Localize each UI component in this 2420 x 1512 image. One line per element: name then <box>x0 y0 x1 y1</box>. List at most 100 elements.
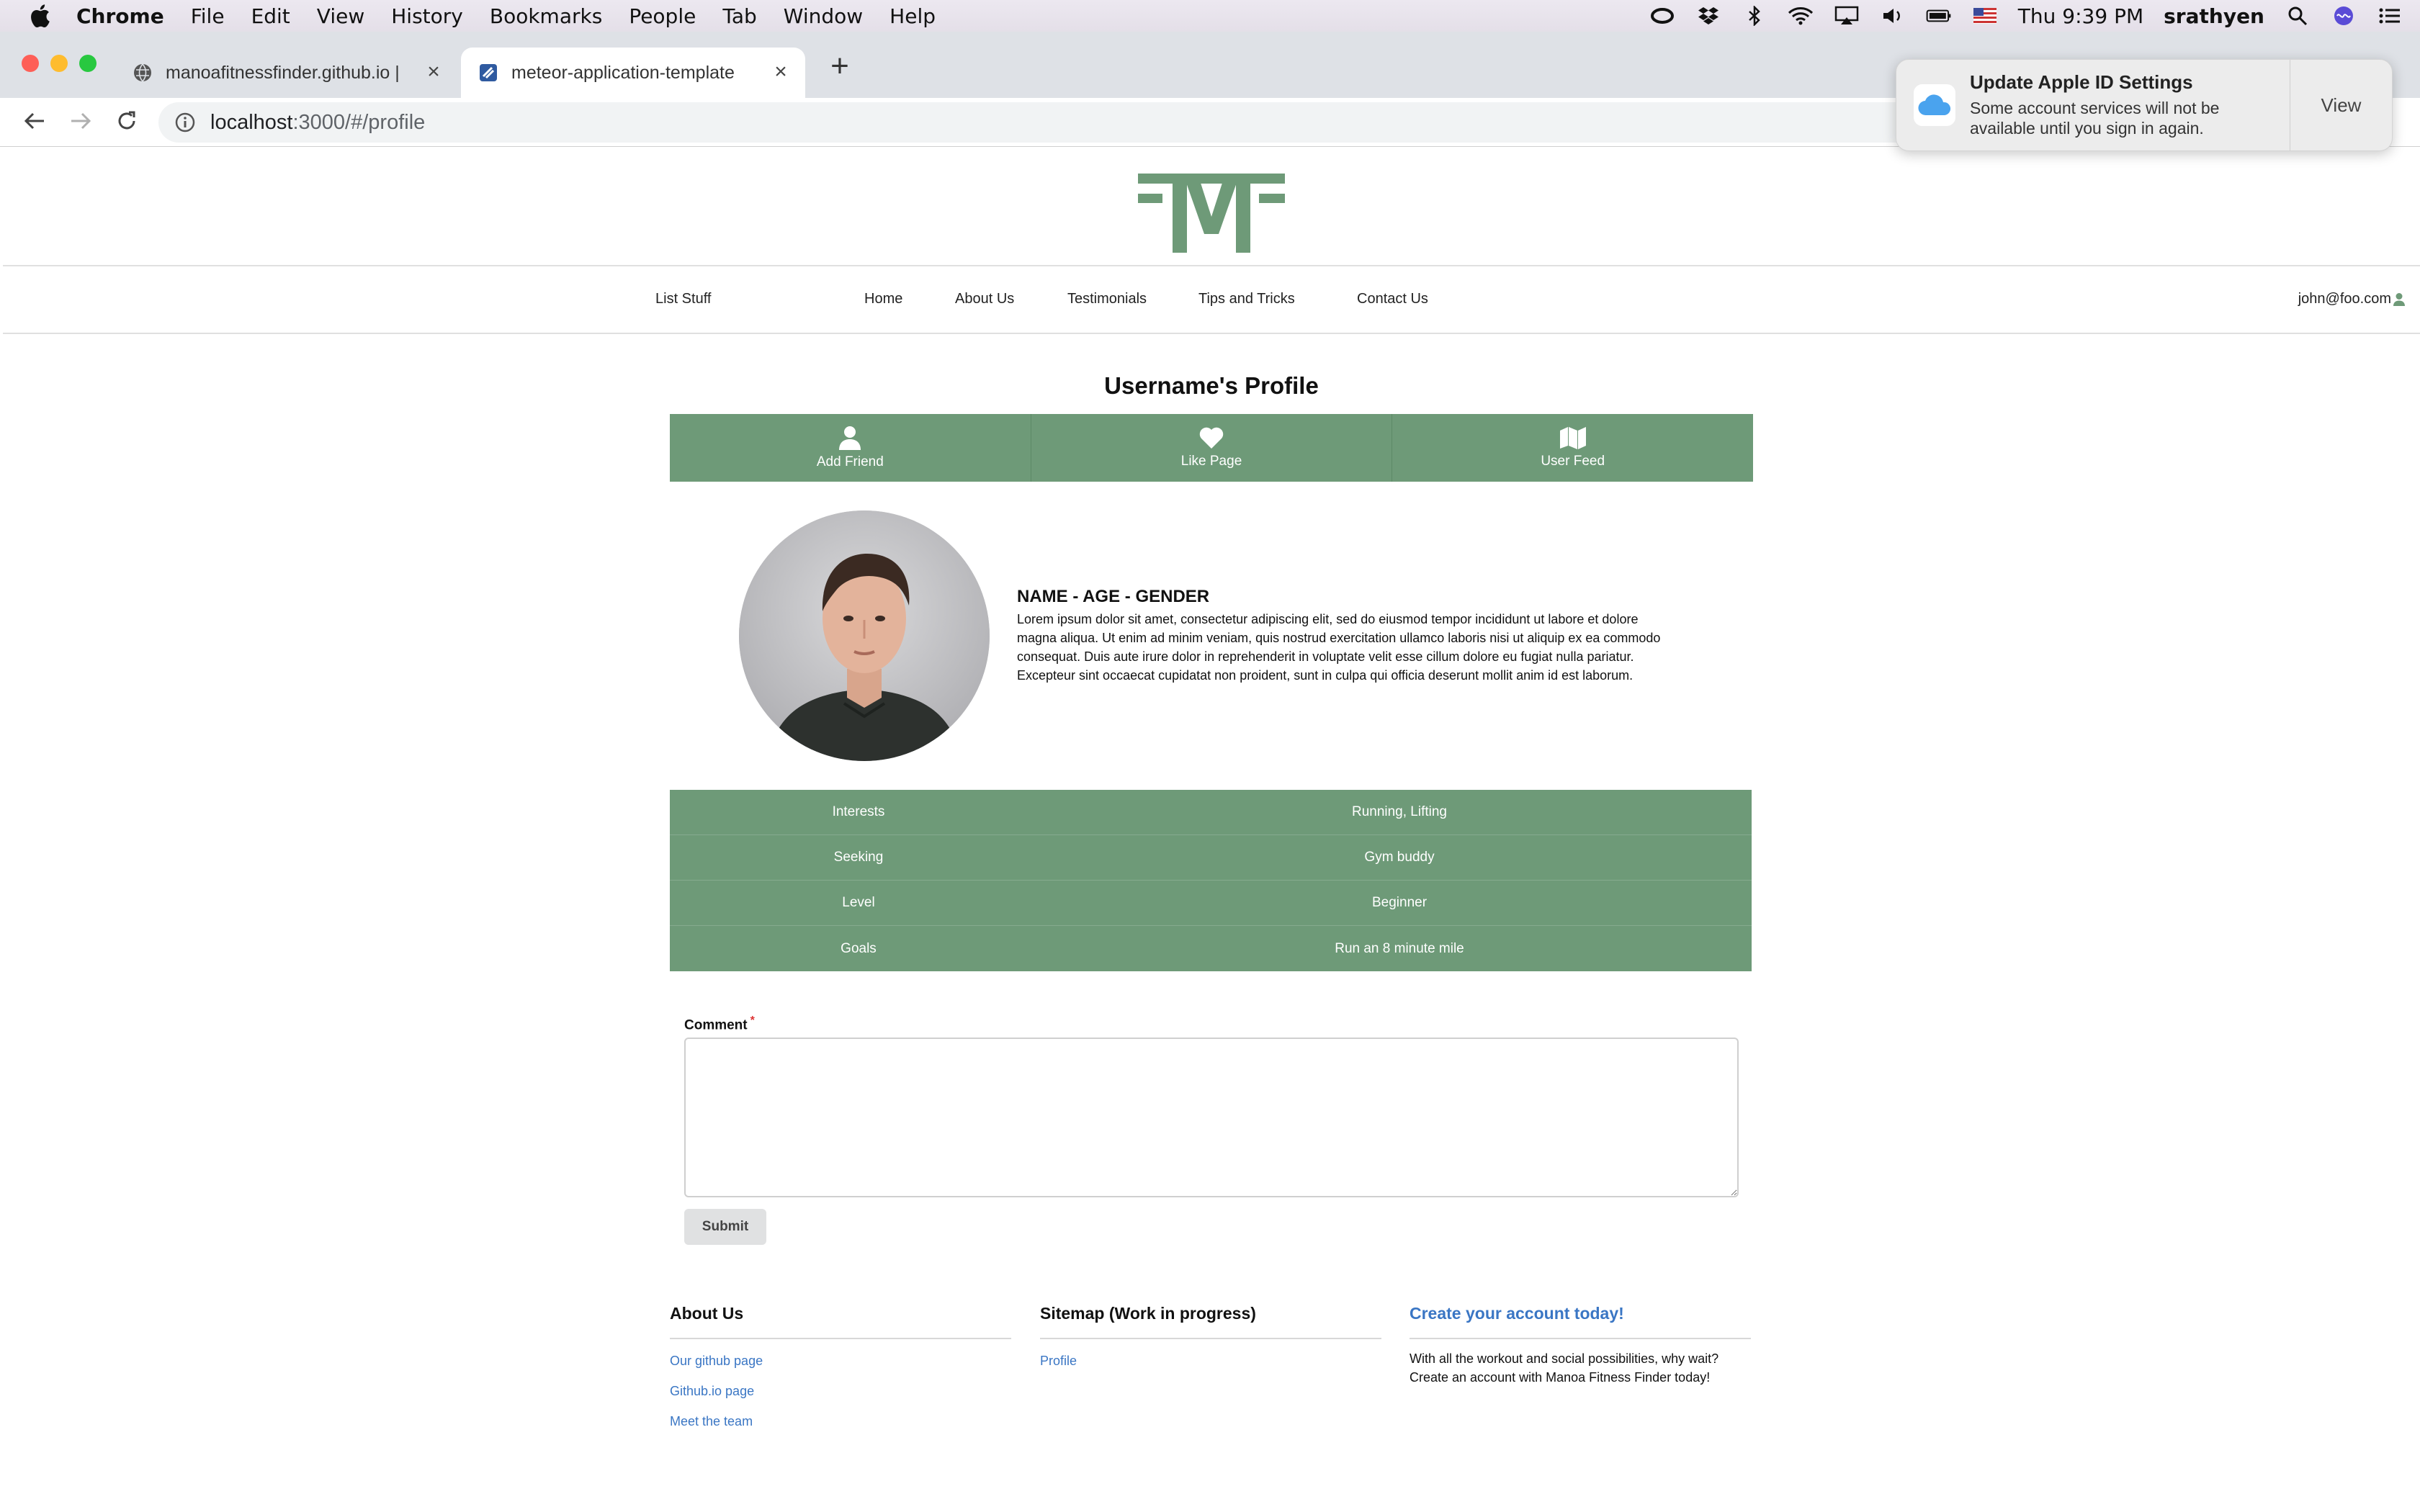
required-asterisk: * <box>750 1014 755 1027</box>
web-page: List Stuff Home About Us Testimonials Ti… <box>3 148 2420 1512</box>
dropbox-icon[interactable] <box>1695 6 1721 26</box>
comment-textarea[interactable] <box>684 1038 1739 1197</box>
creative-cloud-icon[interactable] <box>1649 6 1675 26</box>
bluetooth-icon[interactable] <box>1742 6 1767 26</box>
menu-edit[interactable]: Edit <box>251 4 290 28</box>
notification-view-button[interactable]: View <box>2290 60 2392 150</box>
notification-body-line1: Some account services will not be <box>1970 99 2220 117</box>
nav-contact-us[interactable]: Contact Us <box>1357 291 1428 307</box>
profile-avatar <box>739 510 990 761</box>
menu-tab[interactable]: Tab <box>722 4 756 28</box>
window-zoom-button[interactable] <box>79 55 97 72</box>
nav-user-menu[interactable]: john@foo.com <box>2298 291 2406 307</box>
airplay-icon[interactable] <box>1834 6 1860 26</box>
site-info-icon[interactable] <box>174 112 196 133</box>
address-url[interactable]: localhost:3000/#/profile <box>210 111 425 135</box>
menu-app-name[interactable]: Chrome <box>76 4 164 28</box>
window-close-button[interactable] <box>22 55 39 72</box>
detail-key: Goals <box>841 940 877 956</box>
menu-bookmarks[interactable]: Bookmarks <box>490 4 602 28</box>
nav-user-email: john@foo.com <box>2298 291 2391 307</box>
menubar-username[interactable]: srathyen <box>2164 4 2264 28</box>
reload-icon[interactable] <box>111 105 143 137</box>
user-feed-button[interactable]: User Feed <box>1392 414 1753 482</box>
table-row: Interests Running, Lifting <box>670 790 1752 835</box>
notification-body: Some account services will not be availab… <box>1970 98 2290 138</box>
detail-value: Gym buddy <box>1364 850 1435 865</box>
tab-close-icon[interactable]: × <box>771 61 791 83</box>
footer-link-meet-team[interactable]: Meet the team <box>670 1414 1011 1429</box>
footer-link-profile[interactable]: Profile <box>1040 1354 1381 1369</box>
footer-sitemap-column: Sitemap (Work in progress) Profile <box>1040 1304 1381 1384</box>
apple-id-notification[interactable]: Update Apple ID Settings Some account se… <box>1896 59 2393 151</box>
menu-file[interactable]: File <box>191 4 225 28</box>
meteor-favicon-icon <box>480 64 497 81</box>
menubar-clock[interactable]: Thu 9:39 PM <box>2018 4 2143 28</box>
footer-about-column: About Us Our github page Github.io page … <box>670 1304 1011 1444</box>
browser-tab-manoafitnessfinder[interactable]: manoafitnessfinder.github.io | × <box>115 48 458 98</box>
forward-arrow-icon[interactable] <box>65 105 97 137</box>
mfm-logo[interactable] <box>1138 174 1285 253</box>
like-page-button[interactable]: Like Page <box>1031 414 1393 482</box>
menu-view[interactable]: View <box>317 4 364 28</box>
user-icon <box>839 426 861 450</box>
address-bar[interactable]: localhost:3000/#/profile <box>158 102 2002 143</box>
menu-help[interactable]: Help <box>889 4 936 28</box>
menubar-status-area: Thu 9:39 PM srathyen <box>1649 0 2403 32</box>
user-feed-label: User Feed <box>1541 454 1605 469</box>
wifi-icon[interactable] <box>1788 6 1814 26</box>
table-row: Goals Run an 8 minute mile <box>670 926 1752 971</box>
menu-window[interactable]: Window <box>784 4 863 28</box>
globe-favicon-icon <box>134 63 151 82</box>
add-friend-label: Add Friend <box>816 454 884 469</box>
nav-tips-and-tricks[interactable]: Tips and Tricks <box>1198 291 1295 307</box>
site-navbar: List Stuff Home About Us Testimonials Ti… <box>3 265 2420 334</box>
profile-details-table: Interests Running, Lifting Seeking Gym b… <box>670 790 1752 971</box>
submit-button[interactable]: Submit <box>684 1209 766 1245</box>
user-icon <box>2393 292 2405 306</box>
nav-list-stuff[interactable]: List Stuff <box>655 291 711 307</box>
add-friend-button[interactable]: Add Friend <box>670 414 1031 482</box>
nav-home[interactable]: Home <box>864 291 902 307</box>
spotlight-search-icon[interactable] <box>2285 6 2311 26</box>
footer-link-github[interactable]: Our github page <box>670 1354 1011 1369</box>
back-arrow-icon[interactable] <box>19 105 50 137</box>
footer-cta-heading[interactable]: Create your account today! <box>1410 1304 1751 1339</box>
url-path: :3000/#/profile <box>292 110 426 134</box>
notification-body-line2: available until you sign in again. <box>1970 119 2204 138</box>
comment-label: Comment * <box>684 1014 755 1033</box>
footer-link-github-io[interactable]: Github.io page <box>670 1384 1011 1399</box>
browser-tab-meteor-template[interactable]: meteor-application-template × <box>461 48 805 98</box>
nav-testimonials[interactable]: Testimonials <box>1067 291 1147 307</box>
macos-menubar: Chrome File Edit View History Bookmarks … <box>0 0 2420 32</box>
menu-history[interactable]: History <box>391 4 463 28</box>
heart-icon <box>1199 427 1224 449</box>
volume-icon[interactable] <box>1880 6 1906 26</box>
detail-key: Level <box>842 895 875 910</box>
window-minimize-button[interactable] <box>50 55 68 72</box>
battery-icon[interactable] <box>1926 6 1952 26</box>
notification-center-icon[interactable] <box>2377 6 2403 26</box>
tab-close-icon[interactable]: × <box>424 61 444 83</box>
footer-cta-text: With all the workout and social possibil… <box>1410 1349 1751 1387</box>
us-flag-icon[interactable] <box>1972 6 1998 26</box>
detail-key: Seeking <box>833 850 884 865</box>
comment-label-text: Comment <box>684 1017 748 1033</box>
url-host: localhost <box>210 110 293 134</box>
profile-action-bar: Add Friend Like Page User Feed <box>670 414 1753 482</box>
menu-people[interactable]: People <box>629 4 696 28</box>
tab-title: manoafitnessfinder.github.io | <box>166 62 400 83</box>
page-title: Username's Profile <box>1104 372 1319 399</box>
like-page-label: Like Page <box>1180 454 1242 469</box>
apple-logo-icon[interactable] <box>29 4 50 28</box>
profile-photo <box>739 510 990 761</box>
siri-icon[interactable] <box>2331 6 2357 26</box>
footer-sitemap-heading: Sitemap (Work in progress) <box>1040 1304 1381 1339</box>
map-icon <box>1559 427 1586 449</box>
new-tab-button[interactable]: + <box>825 50 854 84</box>
table-row: Seeking Gym buddy <box>670 835 1752 881</box>
nav-about-us[interactable]: About Us <box>955 291 1014 307</box>
detail-key: Interests <box>832 804 885 819</box>
detail-value: Beginner <box>1371 895 1428 910</box>
footer-about-heading: About Us <box>670 1304 1011 1339</box>
